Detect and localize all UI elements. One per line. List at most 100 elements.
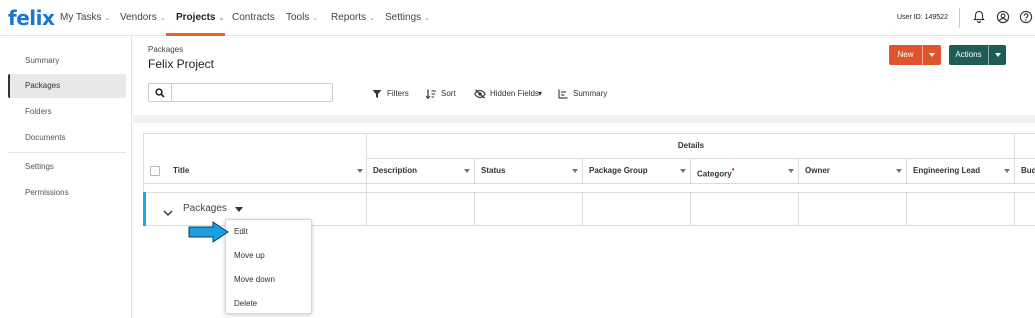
grid-line bbox=[474, 192, 475, 226]
column-header-title[interactable]: Title bbox=[173, 159, 189, 183]
chevron-down-icon: ⌄ bbox=[159, 15, 166, 22]
column-menu-caret-icon[interactable] bbox=[788, 169, 794, 173]
caret-down-icon bbox=[994, 53, 1001, 57]
column-menu-caret-icon[interactable] bbox=[464, 169, 470, 173]
grid-line bbox=[906, 158, 907, 184]
nav-tools[interactable]: Tools ⌄ bbox=[286, 12, 318, 23]
chevron-down-icon: ⌄ bbox=[218, 15, 225, 22]
column-header-status[interactable]: Status bbox=[481, 159, 505, 183]
bell-icon[interactable] bbox=[972, 10, 986, 24]
column-header-package-group[interactable]: Package Group bbox=[589, 159, 648, 183]
summary-button[interactable]: Summary bbox=[558, 88, 608, 100]
help-circle-icon[interactable] bbox=[1019, 10, 1033, 24]
menu-item-delete[interactable]: Delete bbox=[226, 292, 312, 316]
felix-logo[interactable]: felix bbox=[8, 6, 55, 30]
column-header-owner[interactable]: Owner bbox=[805, 159, 830, 183]
sidebar-item-documents[interactable]: Documents bbox=[8, 126, 126, 150]
user-id-label: User ID: 149522 bbox=[897, 14, 948, 21]
nav-my-tasks-label: My Tasks bbox=[60, 12, 102, 23]
breadcrumb[interactable]: Packages bbox=[148, 45, 183, 54]
sidebar-item-packages[interactable]: Packages bbox=[8, 74, 126, 98]
sort-button[interactable]: Sort bbox=[426, 88, 460, 100]
sidebar-item-settings[interactable]: Settings bbox=[8, 155, 126, 179]
required-marker: • bbox=[731, 165, 735, 174]
search-icon bbox=[155, 88, 165, 98]
filters-label: Filters bbox=[387, 89, 409, 98]
nav-projects-label: Projects bbox=[176, 12, 216, 23]
sort-label: Sort bbox=[441, 89, 456, 98]
nav-my-tasks[interactable]: My Tasks ⌄ bbox=[60, 12, 110, 23]
divider bbox=[959, 8, 960, 28]
sidebar: Summary Packages Folders Documents Setti… bbox=[0, 36, 132, 318]
actions-button[interactable]: Actions bbox=[949, 45, 1006, 65]
column-menu-caret-icon[interactable] bbox=[896, 169, 902, 173]
grid-line bbox=[582, 192, 583, 226]
nav-tools-label: Tools bbox=[286, 12, 310, 23]
grid-line bbox=[798, 192, 799, 226]
column-menu-caret-icon[interactable] bbox=[357, 169, 363, 173]
chevron-down-icon[interactable] bbox=[163, 204, 173, 222]
sidebar-item-folders[interactable]: Folders bbox=[8, 100, 126, 124]
column-header-category-label: Category bbox=[697, 169, 732, 179]
sidebar-divider bbox=[8, 152, 126, 153]
grid-line bbox=[690, 158, 691, 184]
hidden-fields-button[interactable]: Hidden Fields ▾ bbox=[474, 88, 546, 100]
caret-down-icon: ▾ bbox=[538, 89, 543, 98]
caret-down-icon bbox=[929, 53, 935, 57]
active-nav-indicator bbox=[166, 33, 225, 36]
menu-item-move-up[interactable]: Move up bbox=[226, 244, 312, 268]
pointer-arrow-icon bbox=[188, 221, 229, 243]
summary-label: Summary bbox=[573, 89, 608, 98]
nav-vendors[interactable]: Vendors ⌄ bbox=[120, 12, 166, 23]
search-input[interactable] bbox=[171, 83, 333, 102]
row-context-menu: Edit Move up Move down Delete bbox=[225, 219, 312, 314]
grid-line bbox=[474, 158, 475, 184]
nav-reports-label: Reports bbox=[331, 12, 367, 23]
grid-line bbox=[690, 192, 691, 226]
grid-line bbox=[1014, 192, 1015, 226]
filter-icon bbox=[372, 90, 382, 98]
menu-item-move-down[interactable]: Move down bbox=[226, 268, 312, 292]
new-button-label: New bbox=[897, 50, 914, 59]
eye-off-icon bbox=[474, 89, 486, 99]
user-circle-icon[interactable] bbox=[996, 10, 1010, 24]
nav-settings[interactable]: Settings ⌄ bbox=[385, 12, 430, 23]
column-header-engineering-lead[interactable]: Engineering Lead bbox=[913, 159, 980, 183]
nav-contracts[interactable]: Contracts bbox=[232, 12, 275, 23]
grid-line bbox=[143, 192, 1035, 193]
nav-reports[interactable]: Reports ⌄ bbox=[331, 12, 375, 23]
grid-line bbox=[582, 158, 583, 184]
actions-button-label: Actions bbox=[955, 50, 982, 59]
nav-contracts-label: Contracts bbox=[232, 12, 275, 23]
select-all-checkbox[interactable] bbox=[150, 166, 160, 176]
nav-projects[interactable]: Projects ⌄ bbox=[176, 12, 224, 23]
column-header-budget[interactable]: Bud bbox=[1021, 159, 1035, 183]
hidden-fields-label: Hidden Fields bbox=[490, 89, 539, 98]
sidebar-item-permissions[interactable]: Permissions bbox=[8, 181, 126, 205]
group-row-label: Packages bbox=[183, 203, 227, 214]
search-button[interactable] bbox=[148, 83, 171, 102]
row-menu-caret-icon[interactable] bbox=[235, 207, 243, 212]
grid-line bbox=[906, 192, 907, 226]
section-separator bbox=[133, 115, 1035, 123]
new-button[interactable]: New bbox=[889, 45, 941, 65]
row-selection-marker bbox=[143, 192, 146, 226]
sidebar-item-summary[interactable]: Summary bbox=[8, 49, 126, 73]
column-menu-caret-icon[interactable] bbox=[1004, 169, 1010, 173]
new-dropdown-toggle[interactable] bbox=[922, 45, 941, 65]
nav-vendors-label: Vendors bbox=[120, 12, 157, 23]
chevron-down-icon: ⌄ bbox=[424, 15, 431, 22]
page-title: Felix Project bbox=[148, 57, 215, 71]
sort-icon bbox=[426, 89, 436, 99]
summary-icon bbox=[558, 89, 568, 99]
filters-button[interactable]: Filters bbox=[372, 88, 412, 100]
column-header-description[interactable]: Description bbox=[373, 159, 417, 183]
column-header-category[interactable]: Category• bbox=[697, 159, 735, 183]
column-menu-caret-icon[interactable] bbox=[680, 169, 686, 173]
chevron-down-icon: ⌄ bbox=[369, 15, 375, 22]
menu-item-edit[interactable]: Edit bbox=[226, 220, 312, 244]
nav-settings-label: Settings bbox=[385, 12, 422, 23]
actions-dropdown-toggle[interactable] bbox=[988, 45, 1006, 65]
chevron-down-icon: ⌄ bbox=[104, 15, 111, 22]
column-menu-caret-icon[interactable] bbox=[572, 169, 578, 173]
